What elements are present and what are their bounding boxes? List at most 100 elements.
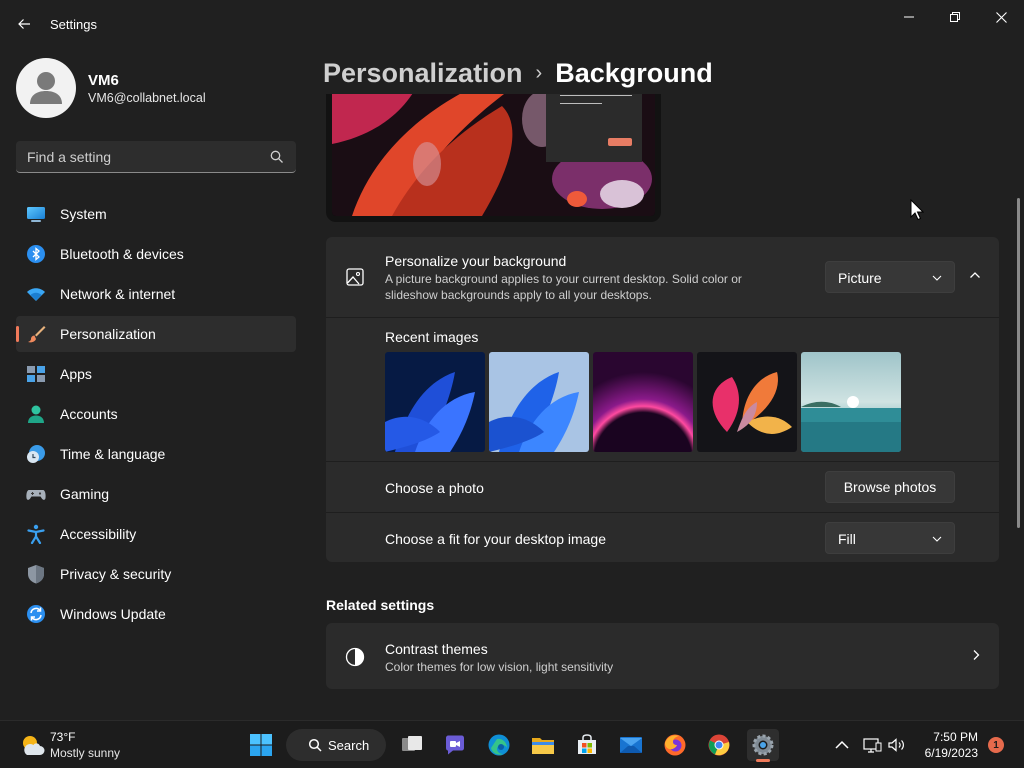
sidebar-item-bluetooth[interactable]: Bluetooth & devices: [16, 236, 296, 272]
weather-temperature[interactable]: 73°F: [50, 730, 75, 744]
task-view-icon: [402, 736, 422, 751]
store-button[interactable]: [571, 729, 603, 761]
sea-landscape-image: [801, 352, 901, 452]
sidebar-nav: System Bluetooth & devices Network & int…: [16, 196, 296, 636]
choose-photo-row: Choose a photo Browse photos: [326, 461, 999, 512]
sidebar-item-network[interactable]: Network & internet: [16, 276, 296, 312]
chat-icon: [446, 735, 464, 755]
fit-dropdown[interactable]: Fill: [825, 522, 955, 554]
chevron-right-icon: [973, 650, 980, 660]
picture-icon: [346, 268, 364, 286]
active-app-indicator: [756, 759, 770, 762]
contrast-icon: [345, 647, 365, 667]
shield-icon: [28, 565, 44, 584]
breadcrumb-parent[interactable]: Personalization: [323, 58, 523, 88]
edge-button[interactable]: [483, 729, 515, 761]
recent-images-row: Recent images: [326, 317, 999, 461]
flower-abstract-image: [697, 352, 797, 452]
start-button[interactable]: [245, 729, 277, 761]
sun-cloud-icon[interactable]: [19, 733, 45, 757]
start-icon: [250, 734, 272, 756]
collapse-button[interactable]: [961, 261, 989, 289]
recent-image-thumbnail[interactable]: [385, 352, 485, 452]
contrast-themes-description: Color themes for low vision, light sensi…: [385, 660, 614, 674]
breadcrumb: Personalization › Background: [323, 58, 723, 94]
sidebar-item-privacy[interactable]: Privacy & security: [16, 556, 296, 592]
preview-button-mock: [608, 138, 632, 146]
sidebar-item-accessibility[interactable]: Accessibility: [16, 516, 296, 552]
user-silhouette-icon: [30, 72, 62, 104]
gamepad-icon: [26, 490, 46, 500]
breadcrumb-separator: ›: [535, 62, 543, 84]
dropdown-value: Picture: [838, 270, 882, 286]
restore-button[interactable]: [932, 4, 978, 30]
related-settings-title: Related settings: [326, 597, 435, 613]
taskbar-search-label: Search: [328, 738, 370, 753]
background-settings-card: Personalize your background A picture ba…: [326, 237, 999, 562]
taskbar-search[interactable]: Search: [286, 729, 386, 761]
chrome-icon: [708, 734, 730, 756]
search-input[interactable]: [16, 141, 266, 172]
firefox-button[interactable]: [659, 729, 691, 761]
recent-image-thumbnail[interactable]: [697, 352, 797, 452]
wifi-icon: [27, 288, 45, 301]
file-explorer-icon: [532, 738, 554, 754]
sidebar-item-gaming[interactable]: Gaming: [16, 476, 296, 512]
search-icon[interactable]: [269, 149, 285, 165]
chat-button[interactable]: [439, 729, 471, 761]
chevron-up-icon: [970, 272, 980, 278]
title-bar: Settings: [0, 0, 1024, 48]
sidebar-item-windows-update[interactable]: Windows Update: [16, 596, 296, 632]
recent-image-thumbnail[interactable]: [593, 352, 693, 452]
personalize-title: Personalize your background: [385, 253, 567, 269]
settings-button[interactable]: [747, 729, 779, 762]
sidebar-item-label: Personalization: [60, 326, 156, 342]
chevron-up-icon[interactable]: [832, 735, 852, 755]
sidebar-item-label: Time & language: [60, 446, 166, 462]
back-button[interactable]: [10, 10, 38, 38]
restore-icon: [950, 12, 960, 22]
volume-icon[interactable]: [886, 735, 906, 755]
close-icon: [995, 11, 1007, 23]
sidebar-item-label: Windows Update: [60, 606, 166, 622]
sidebar-item-time-language[interactable]: Time & language: [16, 436, 296, 472]
mail-button[interactable]: [615, 729, 647, 761]
clock-date[interactable]: 6/19/2023: [918, 746, 978, 760]
sidebar-item-personalization[interactable]: Personalization: [16, 316, 296, 352]
bloom-blue-dark-image: [385, 352, 485, 452]
recent-image-thumbnail[interactable]: [489, 352, 589, 452]
sidebar-item-label: Accounts: [60, 406, 118, 422]
avatar[interactable]: [16, 58, 76, 118]
chevron-down-icon: [932, 275, 942, 281]
browse-photos-button[interactable]: Browse photos: [825, 471, 955, 503]
personalize-background-row[interactable]: Personalize your background A picture ba…: [326, 237, 999, 317]
update-icon: [27, 605, 45, 623]
notification-badge[interactable]: 1: [988, 737, 1004, 753]
weather-description[interactable]: Mostly sunny: [50, 746, 120, 760]
minimize-button[interactable]: [886, 4, 932, 30]
sidebar-item-accounts[interactable]: Accounts: [16, 396, 296, 432]
file-explorer-button[interactable]: [527, 729, 559, 761]
preview-line: [560, 103, 602, 104]
network-icon[interactable]: [862, 735, 882, 755]
edge-icon: [488, 734, 510, 756]
sidebar-item-apps[interactable]: Apps: [16, 356, 296, 392]
contrast-themes-card[interactable]: Contrast themes Color themes for low vis…: [326, 623, 999, 689]
search-box: [16, 141, 296, 173]
glow-purple-image: [593, 352, 693, 452]
bloom-blue-light-image: [489, 352, 589, 452]
sidebar-item-label: Bluetooth & devices: [60, 246, 184, 262]
sidebar-item-system[interactable]: System: [16, 196, 296, 232]
scrollbar[interactable]: [1017, 198, 1020, 528]
chrome-button[interactable]: [703, 729, 735, 761]
bluetooth-icon: [27, 245, 45, 263]
preview-line: [560, 95, 632, 96]
background-type-dropdown[interactable]: Picture: [825, 261, 955, 293]
brush-icon: [28, 326, 46, 343]
user-name: VM6: [88, 72, 119, 89]
task-view-button[interactable]: [396, 729, 428, 761]
close-button[interactable]: [978, 4, 1024, 30]
clock-time[interactable]: 7:50 PM: [930, 730, 978, 744]
recent-image-thumbnail[interactable]: [801, 352, 901, 452]
choose-photo-title: Choose a photo: [385, 480, 484, 496]
